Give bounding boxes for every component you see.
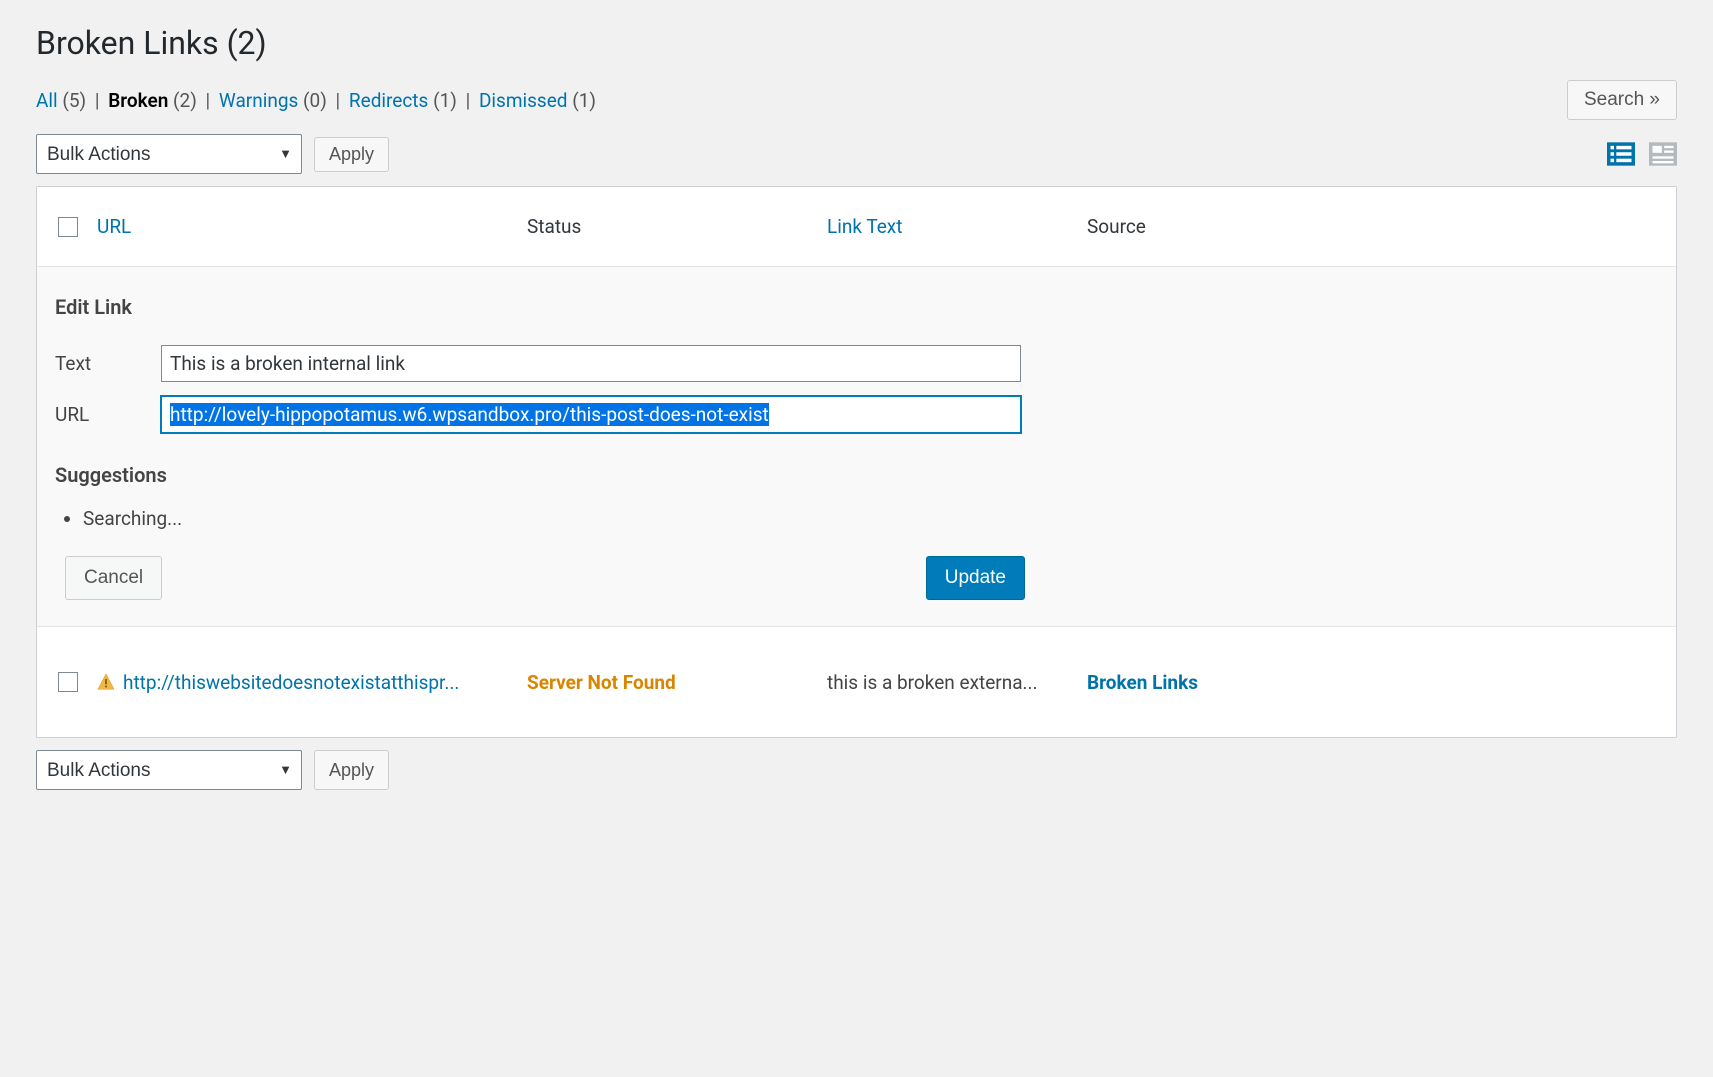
filter-redirects-count: (1) [433,89,457,112]
col-linktext[interactable]: Link Text [827,215,902,238]
filter-all[interactable]: All [36,89,58,112]
filter-warnings[interactable]: Warnings [219,89,298,112]
filter-dismissed-count: (1) [572,89,596,112]
page-title: Broken Links (2) [36,24,1677,62]
filter-warnings-count: (0) [303,89,327,112]
bulk-actions-select[interactable]: Bulk Actions [36,134,302,174]
col-source: Source [1087,215,1676,238]
url-label: URL [55,403,161,426]
link-url-input[interactable] [161,396,1021,433]
select-all-checkbox[interactable] [58,217,78,237]
filter-broken[interactable]: Broken [108,89,168,112]
warning-icon [97,673,115,691]
row-checkbox[interactable] [58,672,78,692]
filter-tabs: All (5) | Broken (2) | Warnings (0) | Re… [36,89,596,112]
cancel-button[interactable]: Cancel [65,556,162,600]
view-excerpt-icon[interactable] [1649,141,1677,167]
edit-link-title: Edit Link [55,295,1658,319]
suggestions-title: Suggestions [55,463,1658,487]
text-label: Text [55,352,161,375]
row-status: Server Not Found [527,671,827,694]
link-text-input[interactable] [161,345,1021,382]
filter-dismissed[interactable]: Dismissed [479,89,568,112]
view-switcher [1607,141,1677,167]
update-button[interactable]: Update [926,556,1025,600]
table-row: http://thiswebsitedoesnotexistatthispr..… [37,627,1676,737]
edit-link-panel: Edit Link Text URL Suggestions Searching… [37,267,1676,627]
suggestions-loading: Searching... [83,507,1658,530]
bulk-actions-select-bottom[interactable]: Bulk Actions [36,750,302,790]
row-link-text: this is a broken externa... [827,671,1087,694]
filter-redirects[interactable]: Redirects [349,89,428,112]
search-button[interactable]: Search » [1567,80,1677,120]
view-list-icon[interactable] [1607,141,1635,167]
table-header: URL Status Link Text Source [37,187,1676,267]
col-url[interactable]: URL [97,215,131,238]
row-source[interactable]: Broken Links [1087,671,1198,694]
filter-all-count: (5) [62,89,86,112]
row-url[interactable]: http://thiswebsitedoesnotexistatthispr..… [123,671,459,694]
links-table: URL Status Link Text Source Edit Link Te… [36,186,1677,738]
suggestions-list: Searching... [83,507,1658,530]
filter-broken-count: (2) [173,89,197,112]
apply-button[interactable]: Apply [314,137,389,172]
apply-button-bottom[interactable]: Apply [314,750,389,790]
col-status: Status [527,215,827,238]
